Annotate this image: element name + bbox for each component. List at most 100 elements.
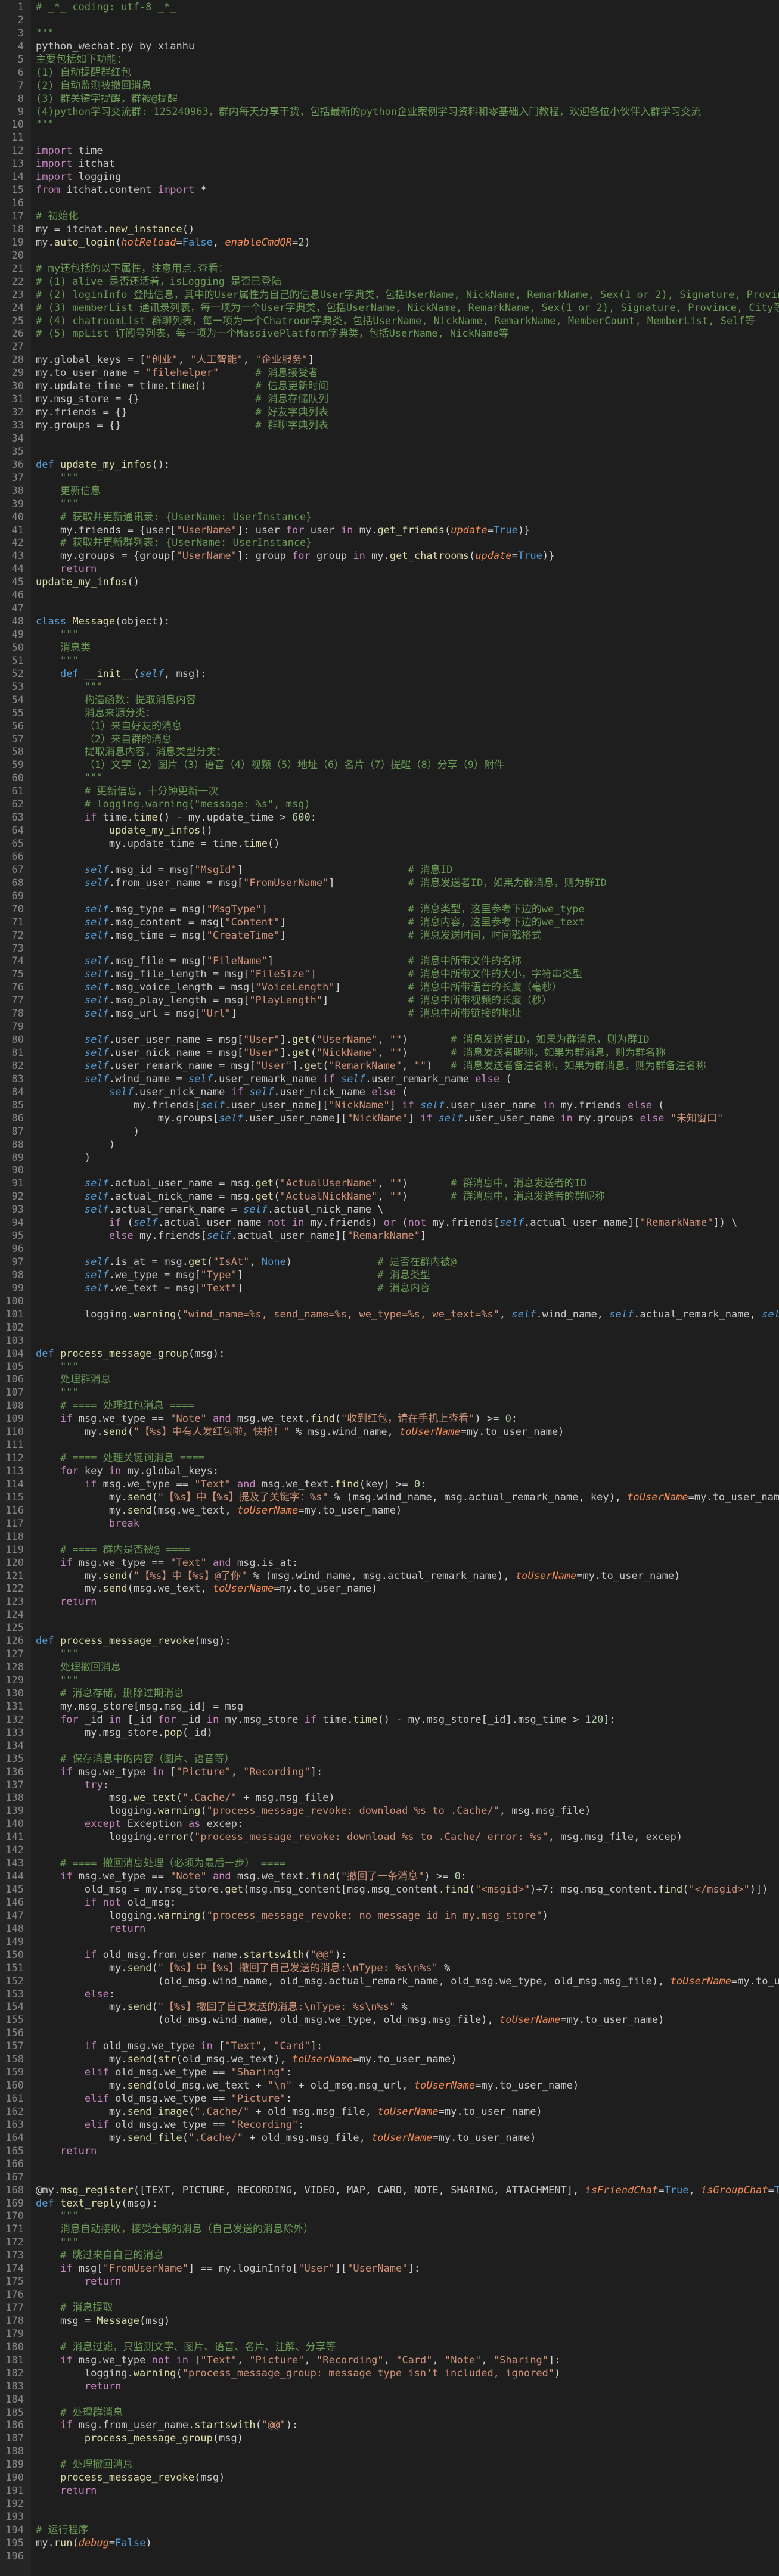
code-line[interactable]: 59 （1）文字（2）图片（3）语音（4）视频（5）地址（6）名片（7）提醒（8… [0,759,779,772]
code-line[interactable]: 156 [0,2027,779,2040]
code-line[interactable]: 112 # ==== 处理关键词消息 ==== [0,1452,779,1465]
code-line[interactable]: 194 # 运行程序 [0,2524,779,2537]
code-line[interactable]: 180 # 消息过滤，只监测文字、图片、语音、名片、注解、分享等 [0,2341,779,2354]
code-line[interactable]: 162 my.send_image(".Cache/" + old_msg.ms… [0,2106,779,2119]
code-line[interactable]: 130 # 消息存储，删除过期消息 [0,1688,779,1701]
code-line[interactable]: 139 logging.warning("process_message_rev… [0,1805,779,1818]
code-line[interactable]: 173 # 跳过来自自己的消息 [0,2249,779,2263]
code-line[interactable]: 127 """ [0,1648,779,1661]
code-line[interactable]: 191 return [0,2485,779,2498]
code-line[interactable]: 52 def __init__(self, msg): [0,668,779,681]
code-line[interactable]: 171 消息自动接收，接受全部的消息（自己发送的消息除外） [0,2223,779,2236]
code-line[interactable]: 170 """ [0,2210,779,2223]
code-line[interactable]: 23 # (2) loginInfo 登陆信息，其中的User属性为自己的信息Us… [0,289,779,302]
code-line[interactable]: 111 [0,1439,779,1452]
code-line[interactable]: 44 return [0,563,779,576]
code-line[interactable]: 105 """ [0,1361,779,1374]
code-line[interactable]: 174 if msg["FromUserName"] == my.loginIn… [0,2263,779,2276]
code-line[interactable]: 56 （1）来自好友的消息 [0,720,779,734]
code-line[interactable]: 188 [0,2446,779,2459]
code-line[interactable]: 16 [0,197,779,210]
code-line[interactable]: 116 my.send(msg.we_text, toUserName=my.t… [0,1505,779,1518]
code-line[interactable]: 100 [0,1295,779,1309]
code-line[interactable]: 6 (1) 自动提醒群红包 [0,67,779,80]
code-line[interactable]: 142 [0,1844,779,1857]
code-line[interactable]: 37 """ [0,472,779,485]
code-line[interactable]: 184 [0,2394,779,2407]
code-line[interactable]: 190 process_message_revoke(msg) [0,2472,779,2485]
code-line[interactable]: 39 """ [0,498,779,511]
code-line[interactable]: 87 ) [0,1126,779,1139]
code-line[interactable]: 2 [0,14,779,27]
code-line[interactable]: 94 if (self.actual_user_name not in my.f… [0,1217,779,1230]
code-line[interactable]: 185 # 处理群消息 [0,2407,779,2420]
code-line[interactable]: 101 logging.warning("wind_name=%s, send_… [0,1309,779,1322]
code-line[interactable]: 35 [0,446,779,459]
code-line[interactable]: 1 # _*_ coding: utf-8 _*_ [0,1,779,14]
code-line[interactable]: 108 # ==== 处理红包消息 ==== [0,1400,779,1413]
code-line[interactable]: 107 """ [0,1387,779,1400]
code-line[interactable]: 167 [0,2171,779,2185]
code-line[interactable]: 183 return [0,2381,779,2394]
code-line[interactable]: 3 """ [0,27,779,41]
code-line[interactable]: 178 msg = Message(msg) [0,2315,779,2328]
code-line[interactable]: 164 my.send_file(".Cache/" + old_msg.msg… [0,2132,779,2145]
code-line[interactable]: 34 [0,433,779,446]
code-line[interactable]: 182 logging.warning("process_message_gro… [0,2367,779,2381]
code-line[interactable]: 136 if msg.we_type in ["Picture", "Recor… [0,1766,779,1779]
code-line[interactable]: 15 from itchat.content import * [0,184,779,197]
code-line[interactable]: 143 # ==== 撤回消息处理（必须为最后一步） ==== [0,1857,779,1870]
code-line[interactable]: 163 elif old_msg.we_type == "Recording": [0,2119,779,2132]
code-line[interactable]: 168 @my.msg_register([TEXT, PICTURE, RECO… [0,2185,779,2198]
code-line[interactable]: 102 [0,1322,779,1335]
code-line[interactable]: 129 """ [0,1674,779,1688]
code-line[interactable]: 80 self.user_user_name = msg["User"].get… [0,1034,779,1047]
code-line[interactable]: 57 （2）来自群的消息 [0,734,779,747]
code-line[interactable]: 19 my.auto_login(hotReload=False, enableC… [0,237,779,250]
code-line[interactable]: 103 [0,1335,779,1348]
code-line[interactable]: 109 if msg.we_type == "Note" and msg.we_… [0,1413,779,1426]
code-line[interactable]: 47 [0,602,779,616]
code-line[interactable]: 138 msg.we_text(".Cache/" + msg.msg_file… [0,1792,779,1805]
code-line[interactable]: 121 my.send("【%s】中【%s】@了你" % (msg.wind_n… [0,1570,779,1583]
code-line[interactable]: 72 self.msg_time = msg["CreateTime"] # 消… [0,930,779,943]
code-line[interactable]: 137 try: [0,1779,779,1792]
code-line[interactable]: 83 self.wind_name = self.user_remark_nam… [0,1073,779,1086]
code-line[interactable]: 104 def process_message_group(msg): [0,1348,779,1361]
code-line[interactable]: 51 """ [0,655,779,668]
code-line[interactable]: 78 self.msg_url = msg["Url"] # 消息中所带链接的地… [0,1008,779,1021]
code-line[interactable]: 132 for _id in [_id for _id in my.msg_st… [0,1714,779,1727]
code-line[interactable]: 169 def text_reply(msg): [0,2198,779,2211]
code-line[interactable]: 154 my.send("【%s】撤回了自己发送的消息:\nType: %s\n… [0,2001,779,2014]
code-line[interactable]: 110 my.send("【%s】中有人发红包啦，快抢！" % msg.wind… [0,1426,779,1439]
code-line[interactable]: 123 return [0,1596,779,1609]
code-line[interactable]: 75 self.msg_file_length = msg["FileSize"… [0,968,779,981]
code-line[interactable]: 133 my.msg_store.pop(_id) [0,1727,779,1740]
code-line[interactable]: 106 处理群消息 [0,1374,779,1387]
code-line[interactable]: 158 my.send(str(old_msg.we_text), toUser… [0,2053,779,2067]
code-line[interactable]: 79 [0,1021,779,1034]
code-line[interactable]: 160 my.send(old_msg.we_text + "\n" + old… [0,2080,779,2093]
code-line[interactable]: 32 my.friends = {} # 好友字典列表 [0,406,779,420]
code-line[interactable]: 66 [0,851,779,864]
code-line[interactable]: 147 logging.warning("process_message_rev… [0,1910,779,1923]
code-line[interactable]: 172 """ [0,2236,779,2249]
code-line[interactable]: 135 # 保存消息中的内容（图片、语音等） [0,1753,779,1766]
code-line[interactable]: 45 update_my_infos() [0,576,779,589]
code-line[interactable]: 69 [0,890,779,903]
code-line[interactable]: 117 break [0,1518,779,1531]
code-line[interactable]: 192 [0,2498,779,2511]
code-line[interactable]: 49 """ [0,629,779,642]
code-line[interactable]: 120 if msg.we_type == "Text" and msg.is_… [0,1557,779,1570]
code-line[interactable]: 22 # (1) alive 是否还活着，isLogging 是否已登陆 [0,276,779,289]
code-line[interactable]: 27 [0,341,779,354]
code-line[interactable]: 70 self.msg_type = msg["MsgType"] # 消息类型… [0,903,779,916]
code-line[interactable]: 187 process_message_group(msg) [0,2432,779,2446]
code-editor[interactable]: 1 # _*_ coding: utf-8 _*_ 2 3 """ 4 python_wec… [0,0,779,2576]
code-line[interactable]: 114 if msg.we_type == "Text" and msg.we_… [0,1478,779,1491]
code-line[interactable]: 186 if msg.from_user_name.startswith("@@… [0,2419,779,2432]
code-line[interactable]: 195 my.run(debug=False) [0,2537,779,2550]
code-line[interactable]: 146 if not old_msg: [0,1897,779,1910]
code-line[interactable]: 126 def process_message_revoke(msg): [0,1635,779,1648]
code-line[interactable]: 7 (2) 自动监测被撤回消息 [0,80,779,93]
